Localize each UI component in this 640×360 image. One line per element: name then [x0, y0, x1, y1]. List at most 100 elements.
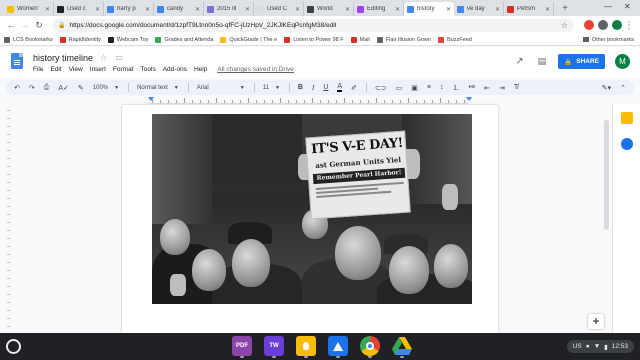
tab[interactable]: Women' ✕: [4, 2, 54, 16]
reload-icon[interactable]: ↻: [32, 20, 46, 31]
close-tab-icon[interactable]: ✕: [95, 6, 100, 13]
share-button[interactable]: 🔒 SHARE: [558, 54, 605, 69]
other-bookmarks[interactable]: Other bookmarks: [582, 37, 634, 43]
document-title[interactable]: history timeline: [33, 53, 93, 63]
keep-app-icon[interactable]: [296, 336, 316, 358]
close-tab-icon[interactable]: ✕: [446, 6, 451, 13]
docs-logo-icon[interactable]: [11, 53, 23, 69]
tab[interactable]: history ✕: [404, 2, 454, 16]
tab[interactable]: Used c ✕: [54, 2, 104, 16]
extension-icon[interactable]: [584, 20, 594, 30]
bookmark-star-icon[interactable]: ☆: [561, 21, 568, 30]
paint-format-icon[interactable]: ✎: [78, 84, 84, 92]
system-tray[interactable]: US ● ▼ ▮ 12:53: [566, 340, 634, 353]
bookmark-item[interactable]: RapidIdentity: [59, 36, 101, 43]
bookmark-item[interactable]: BuzzFeed: [437, 36, 472, 43]
menu-item-edit[interactable]: Edit: [50, 66, 61, 73]
folder-icon[interactable]: ▭: [115, 53, 123, 62]
link-icon[interactable]: ⊂⊃: [375, 84, 387, 92]
menu-item-file[interactable]: File: [33, 66, 43, 73]
underline-icon[interactable]: U: [323, 84, 328, 91]
drive-app-icon[interactable]: [392, 336, 412, 358]
close-tab-icon[interactable]: ✕: [45, 6, 50, 13]
close-tab-icon[interactable]: ✕: [545, 6, 550, 13]
print-icon[interactable]: ⎙: [44, 84, 50, 92]
spellcheck-icon[interactable]: A✓: [58, 84, 69, 92]
line-spacing-icon[interactable]: ↕: [440, 84, 444, 91]
comment-icon[interactable]: ▭: [396, 84, 403, 92]
menu-item-format[interactable]: Format: [113, 66, 134, 73]
editing-mode-icon[interactable]: ✎▾: [602, 84, 611, 92]
document-image[interactable]: IT'S V-E DAY! ast German Units Yiel Reme…: [152, 114, 472, 304]
numbered-list-icon[interactable]: ⒈: [453, 83, 460, 93]
forward-icon[interactable]: →: [18, 20, 32, 30]
avatar[interactable]: M: [615, 54, 630, 69]
bookmark-item[interactable]: Listen to Power 98 F: [284, 36, 344, 43]
text-color-icon[interactable]: A: [337, 83, 343, 92]
close-tab-icon[interactable]: ✕: [245, 6, 250, 13]
comments-icon[interactable]: ▤: [538, 56, 547, 67]
bookmark-item[interactable]: Flair Illusion Gown: [376, 36, 431, 43]
back-icon[interactable]: ←: [4, 20, 18, 30]
image-icon[interactable]: ▣: [411, 84, 418, 92]
menu-kebab-icon[interactable]: ⋮: [622, 20, 636, 31]
collapse-menus-icon[interactable]: ⌃: [620, 84, 626, 92]
menu-item-tools[interactable]: Tools: [141, 66, 156, 73]
clear-formatting-icon[interactable]: T̸: [514, 84, 518, 91]
tasks-icon[interactable]: [621, 138, 633, 150]
chrome-app-icon[interactable]: [360, 336, 380, 358]
close-tab-icon[interactable]: ✕: [145, 6, 150, 13]
new-tab-button[interactable]: +: [558, 2, 572, 16]
menu-item-insert[interactable]: Insert: [90, 66, 106, 73]
tab[interactable]: 2015 Ill ✕: [204, 2, 254, 16]
tab[interactable]: candy ✕: [154, 2, 204, 16]
font-select[interactable]: Arial ▼: [197, 85, 245, 91]
tab[interactable]: ve day ✕: [454, 2, 504, 16]
close-tab-icon[interactable]: ✕: [295, 6, 300, 13]
bookmark-item[interactable]: LCS Bookmarks: [4, 36, 53, 43]
tw-app-icon[interactable]: TW: [264, 336, 284, 358]
close-tab-icon[interactable]: ✕: [495, 6, 500, 13]
bold-icon[interactable]: B: [298, 84, 303, 91]
close-window-button[interactable]: ✕: [624, 2, 631, 11]
tab[interactable]: Used C ✕: [254, 2, 304, 16]
extension-icon[interactable]: [598, 20, 608, 30]
bookmark-item[interactable]: Webcam Toy: [107, 36, 148, 43]
star-icon[interactable]: ☆: [100, 53, 107, 62]
bookmark-item[interactable]: QuickGrade | The e: [220, 36, 277, 43]
right-indent-marker[interactable]: [466, 97, 472, 101]
bulleted-list-icon[interactable]: •≡: [469, 84, 476, 91]
tab[interactable]: Editing ✕: [354, 2, 404, 16]
launcher-icon[interactable]: [6, 339, 21, 354]
italic-icon[interactable]: I: [312, 84, 314, 92]
tab[interactable]: World ✕: [304, 2, 354, 16]
url-text[interactable]: https://docs.google.com/document/d/1zpfT…: [69, 22, 560, 29]
close-tab-icon[interactable]: ✕: [395, 6, 400, 13]
style-select[interactable]: Normal text ▼: [137, 85, 179, 91]
font-size-select[interactable]: 11 ▼: [263, 85, 280, 91]
scrollbar[interactable]: [604, 120, 609, 230]
classroom-app-icon[interactable]: [328, 336, 348, 358]
decrease-indent-icon[interactable]: ⇤: [484, 84, 490, 92]
highlight-icon[interactable]: ✐: [351, 84, 357, 92]
pdf-app-icon[interactable]: PDF: [232, 336, 252, 358]
undo-icon[interactable]: ↶: [14, 84, 20, 92]
explore-icon[interactable]: ✚: [588, 314, 604, 329]
redo-icon[interactable]: ↷: [29, 84, 35, 92]
profile-icon[interactable]: [612, 20, 622, 30]
menu-item-addons[interactable]: Add-ons: [163, 66, 187, 73]
menu-item-view[interactable]: View: [69, 66, 83, 73]
zoom-select[interactable]: 100% ▼: [93, 85, 119, 91]
keep-icon[interactable]: [621, 112, 633, 124]
bookmark-item[interactable]: Mail: [350, 36, 370, 43]
tab[interactable]: harry p ✕: [104, 2, 154, 16]
increase-indent-icon[interactable]: ⇥: [499, 84, 505, 92]
close-tab-icon[interactable]: ✕: [345, 6, 350, 13]
activity-trend-icon[interactable]: ↗: [515, 56, 523, 67]
save-status[interactable]: All changes saved in Drive: [217, 66, 294, 73]
align-left-icon[interactable]: ≡: [427, 84, 431, 91]
minimize-button[interactable]: —: [604, 2, 612, 11]
menu-item-help[interactable]: Help: [194, 66, 207, 73]
address-bar[interactable]: 🔒 https://docs.google.com/document/d/1zp…: [52, 18, 574, 32]
bookmark-item[interactable]: Grades and Attenda: [155, 36, 213, 43]
